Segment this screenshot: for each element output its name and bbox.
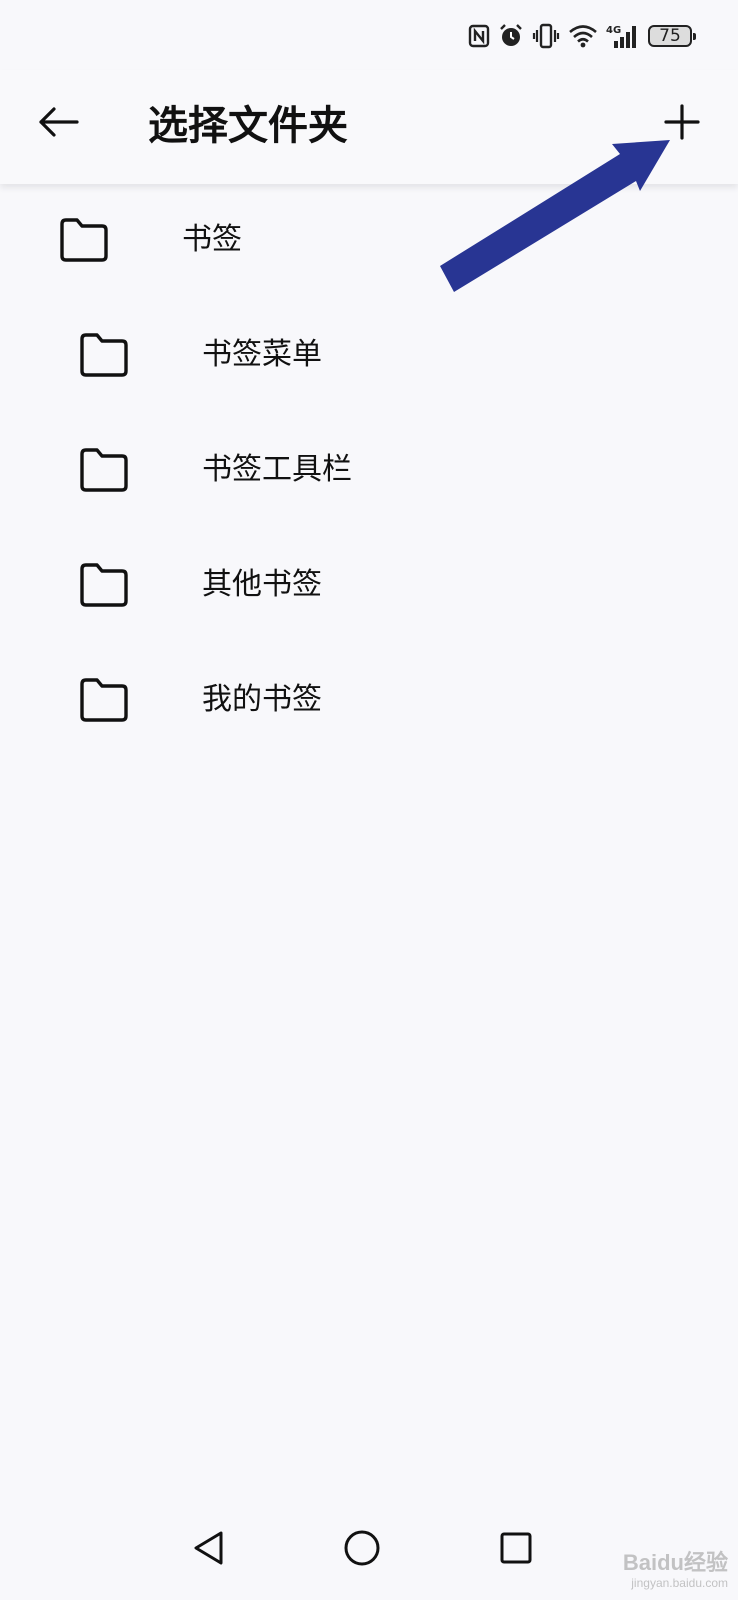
- nav-back-button[interactable]: [180, 1522, 236, 1578]
- folder-icon: [56, 214, 112, 266]
- recents-square-icon: [498, 1530, 534, 1570]
- page-title: 选择文件夹: [148, 103, 348, 149]
- folder-label: 书签菜单: [202, 337, 322, 372]
- vibrate-icon: [532, 23, 560, 49]
- add-folder-button[interactable]: [656, 98, 708, 150]
- folder-icon: [76, 559, 132, 611]
- wifi-icon: [568, 24, 598, 48]
- arrow-left-icon: [37, 106, 79, 142]
- app-bar: 选择文件夹: [0, 70, 738, 184]
- home-circle-icon: [342, 1528, 382, 1572]
- battery-icon: 75: [648, 25, 696, 47]
- folder-label: 书签: [182, 222, 242, 257]
- folder-item-bookmarks[interactable]: 书签: [0, 184, 738, 299]
- nav-recents-button[interactable]: [488, 1522, 544, 1578]
- plus-icon: [664, 104, 700, 144]
- folder-label: 我的书签: [202, 682, 322, 717]
- folder-icon: [76, 444, 132, 496]
- folder-label: 书签工具栏: [202, 452, 352, 487]
- cellular-signal-icon: 4G: [606, 23, 640, 49]
- folder-list: 书签 书签菜单 书签工具栏 其他书签 我的书签: [0, 184, 738, 759]
- battery-tip: [693, 33, 696, 40]
- alarm-icon: [498, 23, 524, 49]
- folder-label: 其他书签: [202, 567, 322, 602]
- watermark: Baidu经验 jingyan.baidu.com: [623, 1550, 728, 1590]
- nfc-icon: [468, 24, 490, 48]
- folder-item-bookmarks-menu[interactable]: 书签菜单: [0, 299, 738, 414]
- folder-item-bookmarks-toolbar[interactable]: 书签工具栏: [0, 414, 738, 529]
- status-bar: 4G 75: [0, 0, 738, 70]
- watermark-domain: jingyan.baidu.com: [631, 1576, 728, 1590]
- nav-home-button[interactable]: [334, 1522, 390, 1578]
- folder-item-other-bookmarks[interactable]: 其他书签: [0, 529, 738, 644]
- battery-level: 75: [659, 26, 681, 46]
- status-icons: 4G 75: [468, 20, 696, 52]
- network-label: 4G: [606, 25, 621, 36]
- folder-item-my-bookmarks[interactable]: 我的书签: [0, 644, 738, 759]
- back-triangle-icon: [191, 1529, 225, 1571]
- folder-icon: [76, 674, 132, 726]
- folder-icon: [76, 329, 132, 381]
- watermark-brand: Baidu经验: [622, 1550, 728, 1575]
- back-button[interactable]: [28, 94, 88, 154]
